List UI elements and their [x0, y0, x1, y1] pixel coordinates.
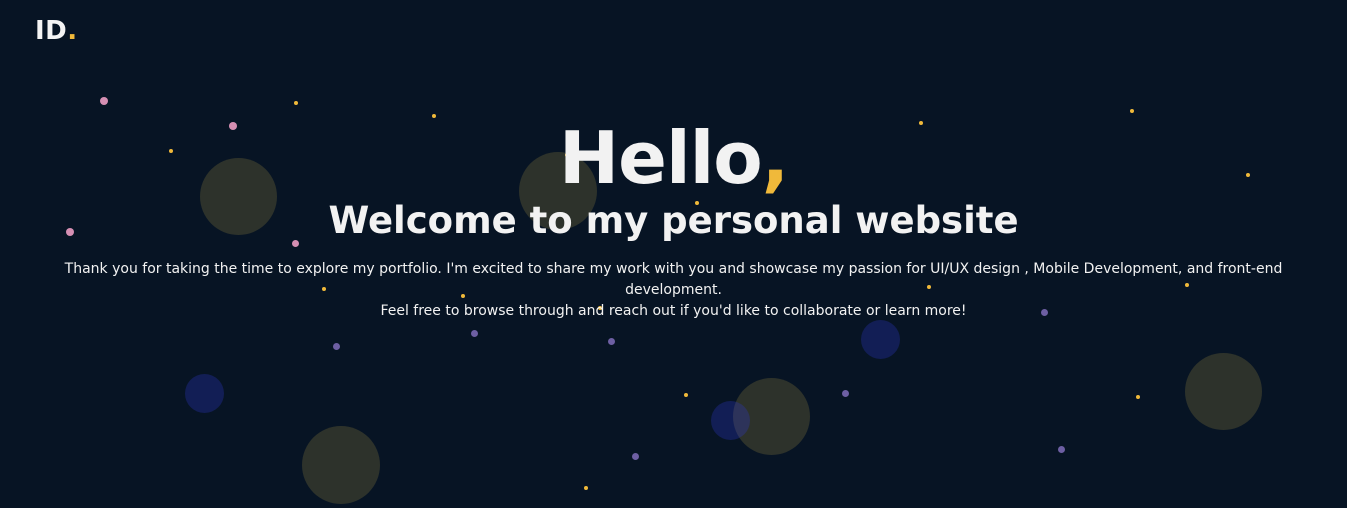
decor-dot [471, 330, 478, 337]
decor-dot [333, 343, 340, 350]
decor-bubble [711, 401, 750, 440]
decor-dot [632, 453, 639, 460]
hero-background: ID. Hello, Welcome to my personal websit… [0, 0, 1347, 508]
decor-bubble [861, 320, 900, 359]
decor-dot [432, 114, 436, 118]
decor-bubble [1185, 353, 1262, 430]
decor-dot [608, 338, 615, 345]
hero-intro: Thank you for taking the time to explore… [44, 259, 1304, 322]
decor-dot [842, 390, 849, 397]
decor-dot [100, 97, 108, 105]
intro-line-2: Feel free to browse through and reach ou… [380, 303, 967, 319]
hero-subtitle: Welcome to my personal website [328, 199, 1019, 242]
site-logo[interactable]: ID. [35, 18, 78, 44]
decor-dot [1130, 109, 1134, 113]
intro-line-1: Thank you for taking the time to explore… [64, 261, 1283, 298]
logo-dot: . [67, 16, 78, 46]
decor-dot [1058, 446, 1065, 453]
greeting-text: Hello [558, 116, 763, 200]
decor-bubble [185, 374, 224, 413]
decor-dot [294, 101, 298, 105]
hero-greeting: Hello, [0, 122, 1347, 194]
decor-bubble [302, 426, 380, 504]
logo-text: ID [35, 16, 68, 46]
greeting-comma: , [761, 116, 789, 200]
decor-dot [584, 486, 588, 490]
hero-section: Hello, Welcome to my personal website Th… [0, 122, 1347, 322]
decor-dot [684, 393, 688, 397]
decor-dot [1136, 395, 1140, 399]
